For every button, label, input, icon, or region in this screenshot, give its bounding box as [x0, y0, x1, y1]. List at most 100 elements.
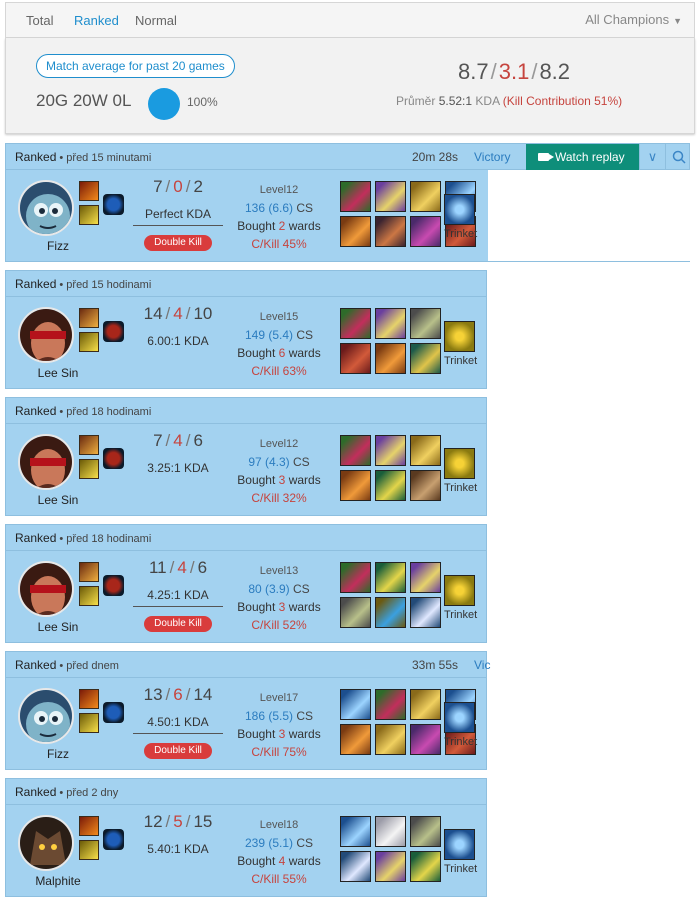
item-icon[interactable] — [375, 597, 406, 628]
win-rate-chart — [148, 88, 180, 120]
item-icon[interactable] — [340, 216, 371, 247]
trinket-label: Trinket — [444, 609, 478, 621]
item-icon[interactable] — [375, 816, 406, 847]
kill-participation: C/Kill 32% — [251, 491, 307, 505]
item-icon[interactable] — [375, 562, 406, 593]
item-icon[interactable] — [410, 470, 441, 501]
item-icon[interactable] — [340, 308, 371, 339]
champion-portrait — [18, 180, 74, 236]
match-card[interactable]: Ranked • před 18 hodinami Lee Sin 11/4/6 4.2… — [5, 524, 487, 643]
blue-rune-icon — [103, 194, 124, 215]
item-icon[interactable] — [375, 181, 406, 212]
deaths: 4 — [173, 431, 183, 450]
item-icon[interactable] — [340, 724, 371, 755]
item-icon[interactable] — [340, 435, 371, 466]
kda-ratio: 5.52:1 — [438, 94, 473, 108]
item-icon[interactable] — [340, 343, 371, 374]
assists: 15 — [193, 812, 213, 831]
flash-spell-icon — [79, 840, 99, 860]
queue-label: Ranked — [15, 658, 57, 672]
match-average-button[interactable]: Match average for past 20 games — [36, 54, 235, 78]
search-button[interactable] — [665, 144, 691, 170]
champion-name: Fizz — [47, 239, 69, 253]
item-icon[interactable] — [340, 597, 371, 628]
cs-word: CS — [296, 328, 314, 342]
item-icon[interactable] — [410, 435, 441, 466]
item-icon[interactable] — [410, 562, 441, 593]
flash-spell-icon — [79, 586, 99, 606]
kda-score: 12/5/15 — [132, 812, 224, 832]
champion-name: Fizz — [47, 747, 69, 761]
item-icon[interactable] — [410, 216, 441, 247]
item-icon[interactable] — [340, 816, 371, 847]
item-icon[interactable] — [340, 689, 371, 720]
item-icon[interactable] — [375, 308, 406, 339]
red-rune-icon — [103, 321, 124, 342]
match-card[interactable]: Ranked • před 15 minutami 20m 28s Victory Fi… — [5, 143, 690, 262]
watch-replay-button[interactable]: Watch replay — [526, 144, 639, 170]
tab-total[interactable]: Total — [26, 13, 53, 28]
queue-label: Ranked — [15, 277, 57, 291]
match-card[interactable]: Ranked • před 2 dny Malphite 12/5/15 5.40:1 … — [5, 778, 487, 897]
item-icon[interactable] — [375, 435, 406, 466]
deaths: 4 — [173, 304, 183, 323]
item-icon[interactable] — [340, 470, 371, 501]
item-icon[interactable] — [410, 816, 441, 847]
match-stats: Level15 149 (5.4) CS Bought 6 wards C/Kill … — [232, 308, 326, 380]
time-ago: • před 15 minutami — [59, 152, 152, 164]
item-icon[interactable] — [375, 689, 406, 720]
trinket-icon[interactable] — [444, 829, 475, 860]
kda-word: KDA — [184, 588, 209, 602]
item-icon[interactable] — [375, 470, 406, 501]
tab-ranked[interactable]: Ranked — [70, 13, 123, 41]
trinket-icon[interactable] — [444, 448, 475, 479]
trinket-label: Trinket — [444, 863, 478, 875]
item-icon[interactable] — [340, 181, 371, 212]
trinket-icon[interactable] — [444, 702, 475, 733]
deaths: 4 — [177, 558, 187, 577]
match-card[interactable]: Ranked • před 15 hodinami Lee Sin 14/4/10 6.… — [5, 270, 487, 389]
wards-suffix: wards — [288, 854, 321, 868]
wards-bought: Bought 3 wards — [232, 471, 326, 489]
champion-level: Level12 — [259, 184, 299, 196]
item-icon[interactable] — [410, 851, 441, 882]
kills: 12 — [143, 812, 163, 831]
trinket-icon[interactable] — [444, 194, 475, 225]
item-icon[interactable] — [410, 343, 441, 374]
champion-portrait — [18, 688, 74, 744]
champion-portrait — [18, 561, 74, 617]
tab-normal[interactable]: Normal — [135, 13, 177, 28]
item-icon[interactable] — [375, 343, 406, 374]
champion-level: Level12 — [259, 438, 299, 450]
kda-ratio-value: 4.50:1 — [147, 715, 181, 729]
item-icon[interactable] — [410, 308, 441, 339]
match-card[interactable]: Ranked • před dnem 33m 55s Vic Fizz 13/6/14 4.… — [5, 651, 490, 770]
ignite-spell-icon — [79, 816, 99, 836]
trinket-icon[interactable] — [444, 575, 475, 606]
match-card[interactable]: Ranked • před 18 hodinami Lee Sin 7/4/6 3.25… — [5, 397, 487, 516]
match-header: Ranked • před 2 dny — [6, 779, 486, 805]
item-icon[interactable] — [410, 181, 441, 212]
item-icon[interactable] — [375, 851, 406, 882]
blue-rune-icon — [103, 702, 124, 723]
item-icon[interactable] — [340, 851, 371, 882]
kda-score: 7/0/2 — [132, 177, 224, 197]
wards-prefix: Bought — [237, 346, 276, 360]
match-result: Victory — [474, 150, 511, 164]
item-icon[interactable] — [340, 562, 371, 593]
kda-word: KDA — [184, 334, 209, 348]
champion-name: Malphite — [35, 874, 81, 888]
match-header: Ranked • před 15 hodinami — [6, 271, 486, 297]
expand-button[interactable]: ∨ — [639, 144, 665, 170]
item-icon[interactable] — [410, 689, 441, 720]
cs-word: CS — [296, 201, 314, 215]
champion-filter[interactable]: All Champions ▼ — [585, 12, 682, 27]
item-icon[interactable] — [375, 724, 406, 755]
red-rune-icon — [103, 575, 124, 596]
item-icon[interactable] — [410, 724, 441, 755]
item-icon[interactable] — [410, 597, 441, 628]
item-icon[interactable] — [375, 216, 406, 247]
champion-filter-label: All Champions — [585, 12, 670, 27]
trinket-icon[interactable] — [444, 321, 475, 352]
wards-suffix: wards — [288, 727, 321, 741]
